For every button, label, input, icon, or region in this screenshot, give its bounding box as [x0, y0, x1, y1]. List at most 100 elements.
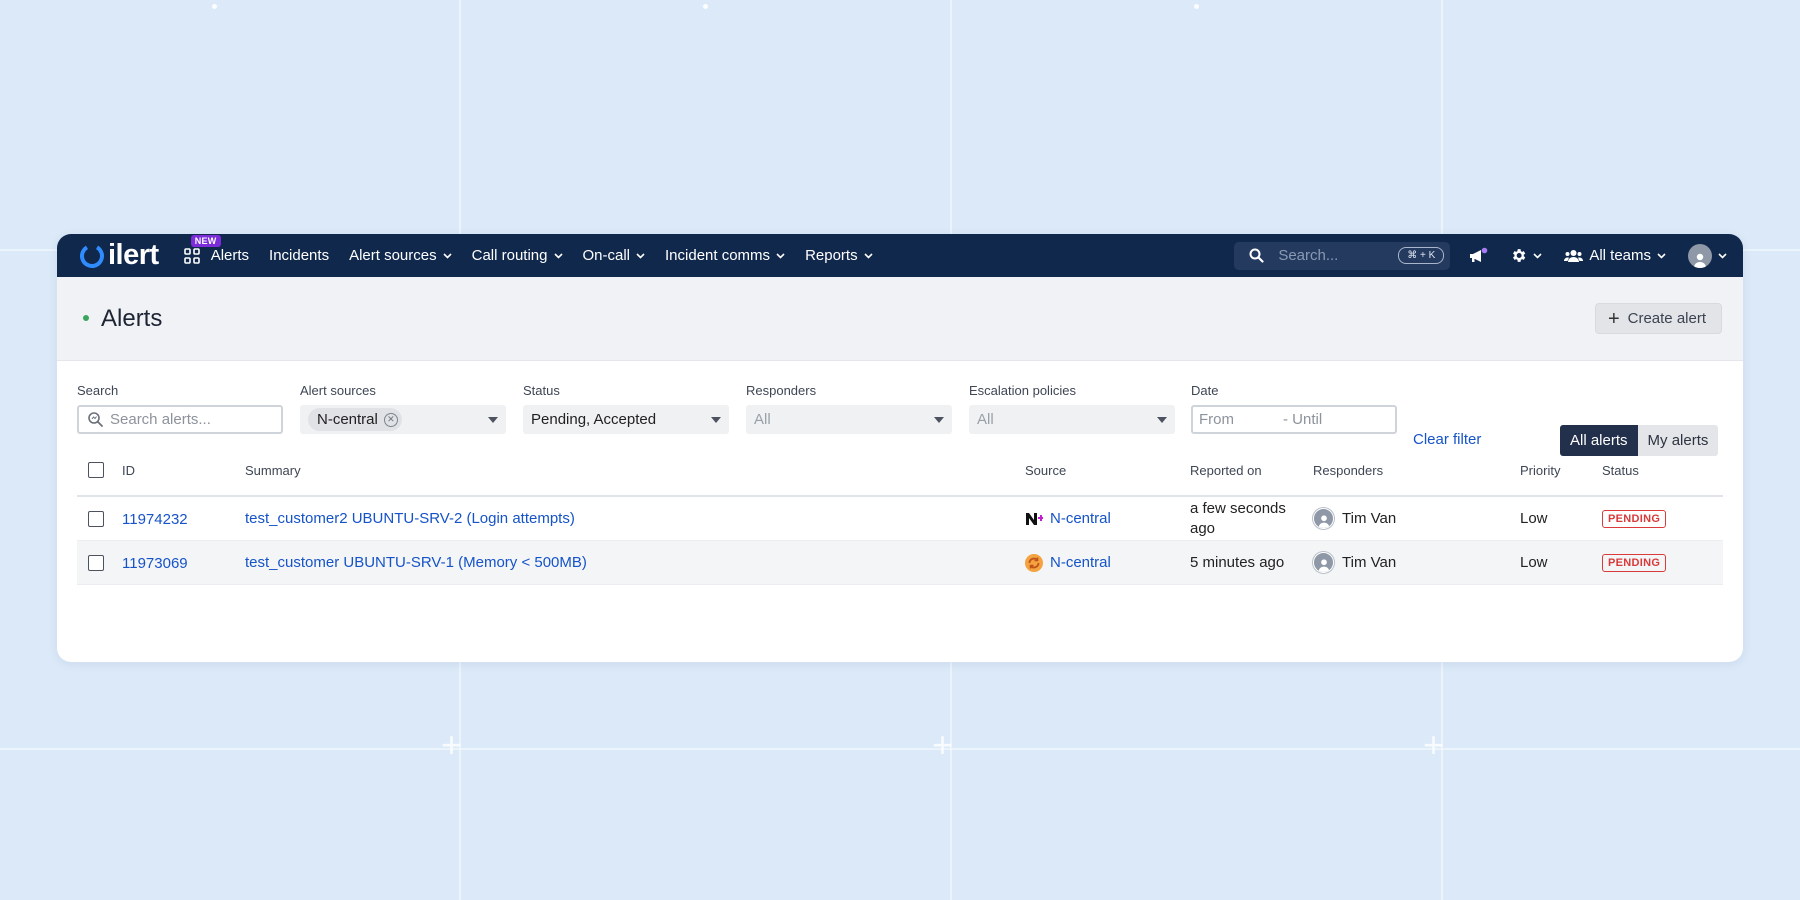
search-filter-icon	[88, 412, 103, 427]
table-row[interactable]: 11973069 test_customer UBUNTU-SRV-1 (Mem…	[77, 541, 1723, 585]
filter-escalation-policies: Escalation policies All	[969, 383, 1175, 434]
live-status-dot	[83, 314, 89, 321]
new-badge: NEW	[190, 234, 221, 247]
row-checkbox-cell	[88, 497, 104, 540]
row-checkbox[interactable]	[88, 554, 104, 571]
nav-right-group: ⌘ + K	[1234, 241, 1727, 270]
date-until-input[interactable]: - Until	[1283, 411, 1322, 428]
col-priority[interactable]: Priority	[1520, 445, 1560, 495]
col-id[interactable]: ID	[122, 445, 135, 495]
status-cell: PENDING	[1602, 541, 1667, 584]
status-select[interactable]: Pending, Accepted	[523, 405, 729, 434]
plus-icon: +	[1607, 307, 1620, 330]
filter-responders-label: Responders	[746, 383, 817, 398]
page-title: Alerts	[101, 304, 163, 332]
megaphone-icon	[1470, 247, 1488, 262]
nav-incident-comms-label: Incident comms	[665, 247, 771, 264]
n-central-logo-icon	[1025, 510, 1043, 528]
nav-alert-sources[interactable]: Alert sources	[349, 247, 452, 264]
alerts-table: ID Summary Source Reported on Responders…	[77, 445, 1723, 585]
caret-down-icon	[488, 416, 498, 423]
chevron-down-icon	[1718, 252, 1727, 259]
date-range-field[interactable]: From - Until	[1191, 405, 1397, 434]
background-dot	[212, 4, 217, 9]
create-alert-button[interactable]: + Create alert	[1594, 303, 1722, 334]
nav-alerts-label: Alerts	[210, 247, 250, 264]
alert-sources-select[interactable]: N-central ✕	[300, 405, 506, 434]
filter-escalation-label: Escalation policies	[969, 383, 1076, 398]
nav-alert-sources-label: Alert sources	[349, 247, 437, 264]
col-reported-on[interactable]: Reported on	[1190, 445, 1262, 495]
alert-summary-link[interactable]: test_customer UBUNTU-SRV-1 (Memory < 500…	[245, 541, 587, 584]
apps-grid-button[interactable]: NEW	[181, 234, 221, 267]
select-all-checkbox[interactable]	[88, 462, 104, 478]
col-status[interactable]: Status	[1602, 445, 1639, 495]
users-icon	[1564, 249, 1584, 262]
source-link[interactable]: N-central	[1050, 510, 1111, 527]
nav-call-routing[interactable]: Call routing	[472, 247, 563, 264]
user-avatar-icon	[1318, 559, 1329, 572]
user-menu[interactable]	[1688, 243, 1727, 268]
background-dot	[703, 4, 708, 9]
top-navbar: ilert NEW Alerts Incidents Alert sources…	[57, 234, 1743, 277]
escalation-policies-select[interactable]: All	[969, 405, 1175, 434]
table-row[interactable]: 11974232 test_customer2 UBUNTU-SRV-2 (Lo…	[77, 497, 1723, 541]
nav-on-call[interactable]: On-call	[583, 247, 646, 264]
chevron-down-icon	[553, 252, 563, 259]
logo-text: ilert	[108, 239, 159, 271]
chevron-down-icon	[776, 252, 785, 259]
source-cell: N-central	[1025, 497, 1111, 540]
user-avatar-icon	[1694, 253, 1706, 268]
teams-selector[interactable]: All teams	[1564, 247, 1666, 264]
priority-value: Low	[1520, 510, 1548, 527]
filter-alert-sources-label: Alert sources	[300, 383, 376, 398]
teams-label: All teams	[1589, 247, 1651, 264]
logo-ring-icon	[80, 243, 104, 268]
ilert-logo[interactable]: ilert	[79, 241, 159, 270]
filter-status: Status Pending, Accepted	[523, 383, 729, 434]
reported-line-1: 5 minutes ago	[1190, 554, 1285, 571]
user-avatar-icon	[1318, 515, 1329, 528]
settings-button[interactable]	[1510, 247, 1542, 264]
chevron-down-icon	[864, 252, 873, 259]
background-dot	[1194, 4, 1199, 9]
alert-id-link[interactable]: 11974232	[122, 497, 188, 540]
filter-status-label: Status	[523, 383, 560, 398]
filter-date: Date From - Until	[1191, 383, 1397, 434]
col-source[interactable]: Source	[1025, 445, 1066, 495]
chevron-down-icon	[636, 252, 645, 259]
nav-incident-comms[interactable]: Incident comms	[665, 247, 785, 264]
source-cell: N-central	[1025, 541, 1111, 584]
announcements-button[interactable]	[1468, 247, 1488, 265]
search-alerts-field[interactable]	[77, 405, 283, 434]
responder-name: Tim Van	[1342, 554, 1397, 571]
alert-id-link[interactable]: 11973069	[122, 541, 188, 584]
caret-down-icon	[711, 416, 721, 423]
escalation-select-value: All	[977, 411, 994, 428]
alert-summary-link[interactable]: test_customer2 UBUNTU-SRV-2 (Login attem…	[245, 497, 575, 540]
nav-on-call-label: On-call	[582, 247, 631, 264]
date-from-input[interactable]: From	[1199, 411, 1283, 428]
row-checkbox[interactable]	[88, 510, 104, 527]
remove-chip-icon[interactable]: ✕	[383, 412, 398, 427]
page-header: Alerts + Create alert	[57, 277, 1743, 361]
nav-alerts[interactable]: Alerts	[211, 247, 249, 264]
global-search-input[interactable]	[1278, 247, 1399, 264]
background-plus: +	[932, 724, 954, 765]
chevron-down-icon	[1657, 252, 1666, 259]
row-checkbox-cell	[88, 541, 104, 584]
col-responders[interactable]: Responders	[1313, 445, 1383, 495]
source-link[interactable]: N-central	[1050, 554, 1111, 571]
search-alerts-input[interactable]	[110, 411, 273, 428]
caret-down-icon	[1157, 416, 1167, 423]
create-alert-label: Create alert	[1627, 310, 1706, 327]
global-search[interactable]: ⌘ + K	[1234, 241, 1451, 270]
status-badge: PENDING	[1602, 553, 1667, 572]
nav-incidents[interactable]: Incidents	[269, 247, 329, 264]
responders-select[interactable]: All	[746, 405, 952, 434]
nav-incidents-label: Incidents	[269, 247, 330, 264]
col-summary[interactable]: Summary	[245, 445, 301, 495]
status-cell: PENDING	[1602, 497, 1667, 540]
nav-reports[interactable]: Reports	[805, 247, 873, 264]
filter-date-label: Date	[1191, 383, 1219, 398]
